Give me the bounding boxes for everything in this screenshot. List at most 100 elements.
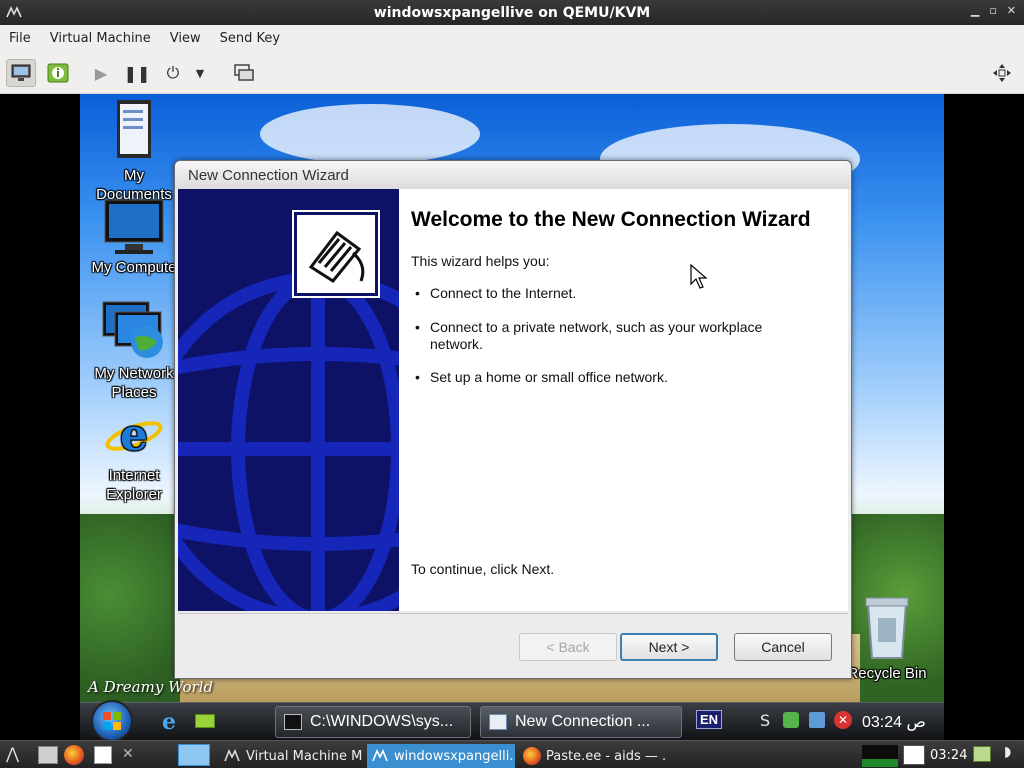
host-titlebar: windowsxpangellive on QEMU/KVM ▁ ▫ ✕: [0, 0, 1024, 25]
desktop-icon-label: My Network Places: [94, 365, 174, 401]
maximize-icon[interactable]: ▫: [989, 4, 996, 17]
wizard-content: Welcome to the New Connection Wizard Thi…: [411, 189, 831, 577]
close-icon[interactable]: ✕: [1007, 4, 1016, 17]
network-tray-icon[interactable]: [973, 746, 991, 762]
host-task-vm-console[interactable]: windowsxpangelli...: [367, 744, 515, 768]
task-label: windowsxpangelli...: [394, 748, 515, 764]
menu-launcher-icon[interactable]: ⋀: [6, 744, 19, 763]
virt-manager-icon: [224, 749, 240, 762]
host-toolbar: ▶ ❚❚ ⏻ ▼: [0, 52, 1024, 94]
task-label: New Connection ...: [515, 713, 651, 730]
snapshots-button[interactable]: [229, 59, 259, 87]
network-places-icon: [102, 301, 163, 358]
cpu-monitor-graph: [862, 745, 898, 767]
wizard-side-banner: [178, 189, 399, 611]
info-icon: [47, 63, 69, 83]
text-editor-icon[interactable]: [94, 746, 112, 764]
quicklaunch-ie-icon[interactable]: e: [162, 709, 176, 735]
desktop-icon-internet-explorer[interactable]: e Internet Explorer: [86, 404, 182, 504]
shutdown-menu-button[interactable]: ▼: [190, 59, 210, 87]
wizard-heading: Welcome to the New Connection Wizard: [411, 208, 811, 231]
desktop-icon-my-computer[interactable]: My Compute: [86, 198, 182, 277]
desktop-icon-my-network-places[interactable]: My Network Places: [86, 298, 182, 402]
guest-task-new-connection[interactable]: New Connection ...: [480, 706, 682, 738]
ethernet-plug-icon: [308, 230, 365, 283]
tray-security-icon[interactable]: ✕: [834, 711, 852, 729]
firefox-icon: [523, 747, 541, 765]
recycle-bin-icon: [865, 597, 909, 659]
shutdown-button[interactable]: ⏻: [158, 59, 188, 87]
console-button[interactable]: [6, 59, 36, 87]
wizard-icon: [489, 714, 507, 730]
menu-send-key[interactable]: Send Key: [211, 31, 290, 46]
update-icon[interactable]: [903, 745, 925, 765]
computer-icon: [104, 199, 164, 254]
host-task-firefox[interactable]: Paste.ee - aids — ...: [519, 744, 665, 768]
host-clock[interactable]: 03:24: [930, 748, 967, 763]
wizard-footer: < Back Next > Cancel: [178, 613, 848, 675]
next-button[interactable]: Next >: [620, 633, 718, 661]
chevron-down-icon: ▼: [195, 66, 205, 80]
tray-speaker-icon[interactable]: S: [760, 711, 770, 730]
cancel-button[interactable]: Cancel: [734, 633, 832, 661]
menu-virtual-machine[interactable]: Virtual Machine: [41, 31, 161, 46]
documents-icon: [117, 100, 151, 158]
task-label: C:\WINDOWS\sys...: [310, 713, 454, 730]
wizard-body: Welcome to the New Connection Wizard Thi…: [178, 189, 848, 611]
task-label: Paste.ee - aids — ...: [546, 748, 665, 764]
volume-icon[interactable]: ◗: [1004, 744, 1011, 760]
desktop-icon-my-documents[interactable]: My Documents: [86, 98, 182, 204]
wallpaper-watermark: A Dreamy World: [88, 678, 214, 696]
host-window-title: windowsxpangellive on QEMU/KVM: [373, 4, 651, 21]
new-connection-wizard-window: New Connection Wizard Welcome to the New…: [174, 160, 852, 679]
virt-manager-icon: [372, 749, 388, 762]
minimize-icon[interactable]: ▁: [971, 4, 979, 17]
menu-file[interactable]: File: [0, 31, 41, 46]
mouse-cursor-icon: [690, 264, 708, 289]
wizard-title: New Connection Wizard: [188, 167, 349, 184]
guest-clock[interactable]: 03:24 ص: [862, 712, 926, 732]
snapshots-icon: [234, 64, 254, 81]
power-icon: ⏻: [166, 63, 180, 82]
desktop-icon-label: My Compute: [91, 259, 177, 276]
cmd-icon: [284, 714, 302, 730]
pause-button[interactable]: ❚❚: [122, 59, 152, 87]
tray-network-icon[interactable]: [783, 712, 799, 728]
language-indicator[interactable]: EN: [696, 710, 723, 729]
wizard-titlebar[interactable]: New Connection Wizard: [175, 161, 851, 189]
bullet-private-network: Connect to a private network, such as yo…: [411, 319, 801, 353]
menu-view[interactable]: View: [161, 31, 211, 46]
quicklaunch-desktop-icon[interactable]: [195, 714, 215, 728]
desktop-icon-label: Recycle Bin: [847, 665, 927, 682]
svg-text:e: e: [120, 410, 148, 461]
desktop-icon-label: Internet Explorer: [106, 467, 162, 503]
play-icon: ▶: [94, 63, 108, 83]
virt-manager-icon: [6, 6, 22, 18]
pause-icon: ❚❚: [123, 63, 151, 83]
file-manager-icon[interactable]: [38, 746, 58, 764]
show-desktop-icon[interactable]: [178, 744, 210, 766]
network-cable-logo: [292, 210, 380, 298]
guest-task-cmd[interactable]: C:\WINDOWS\sys...: [275, 706, 471, 738]
guest-taskbar: e C:\WINDOWS\sys... New Connection ... E…: [80, 700, 944, 740]
details-button[interactable]: [43, 59, 73, 87]
monitor-icon: [11, 64, 31, 81]
windows-logo-icon: [103, 712, 121, 730]
fullscreen-button[interactable]: [987, 59, 1017, 87]
task-label: Virtual Machine M...: [246, 748, 363, 764]
start-button[interactable]: [91, 700, 133, 740]
run-button[interactable]: ▶: [86, 59, 116, 87]
wizard-continue-text: To continue, click Next.: [411, 561, 555, 577]
internet-explorer-icon: e: [105, 410, 163, 461]
bullet-home-network: Set up a home or small office network.: [411, 369, 831, 386]
host-panel: ⋀ ✕ Virtual Machine M... windowsxpangell…: [0, 740, 1024, 768]
tools-icon[interactable]: ✕: [122, 746, 134, 762]
bullet-connect-internet: Connect to the Internet.: [411, 285, 831, 302]
tray-app-icon[interactable]: [809, 712, 825, 728]
host-menubar: File Virtual Machine View Send Key: [0, 25, 1024, 52]
host-task-virt-manager[interactable]: Virtual Machine M...: [219, 744, 363, 768]
wizard-intro: This wizard helps you:: [411, 253, 550, 269]
resize-icon: [993, 64, 1011, 82]
firefox-icon[interactable]: [64, 745, 84, 765]
back-button[interactable]: < Back: [519, 633, 617, 661]
